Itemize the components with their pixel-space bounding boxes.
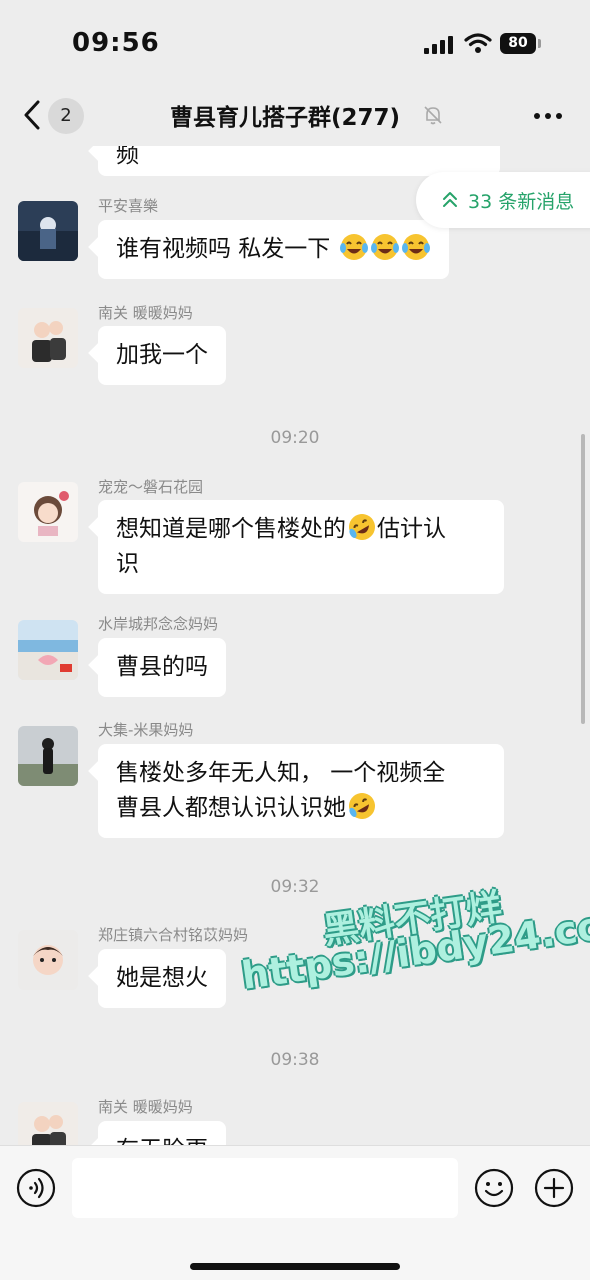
battery-tip (538, 39, 541, 48)
sender-name: 宠宠～磐石花园 (98, 478, 204, 496)
mute-bell-icon (424, 106, 442, 125)
message-bubble[interactable]: 售楼处多年无人知， 一个视频全 曹县人都想认识认识她 (98, 744, 504, 838)
message-text: 想知道是哪个售楼处的 (116, 516, 346, 542)
sender-name: 南关 暖暖妈妈 (98, 304, 193, 322)
message-bubble[interactable]: 她是想火 (98, 949, 226, 1008)
avatar[interactable] (18, 726, 78, 786)
more-options-icon[interactable] (532, 102, 564, 130)
plus-icon[interactable] (534, 1168, 574, 1208)
laugh-cry-emoji-icon (339, 234, 368, 260)
avatar[interactable] (18, 930, 78, 990)
message-timestamp: 09:20 (270, 428, 320, 448)
rofl-emoji-icon (349, 793, 375, 819)
status-bar: 09:56 80 (0, 0, 590, 88)
sender-name: 南关 暖暖妈妈 (98, 1098, 193, 1116)
nav-bar: 2 曹县育儿搭子群(277) (0, 88, 590, 146)
avatar[interactable] (18, 1102, 78, 1145)
status-time: 09:56 (72, 28, 160, 58)
message-list[interactable]: 频 平安喜樂 谁有视频吗 私发一下 南关 暖暖妈妈 加我一个 09:20 宠宠～… (0, 146, 590, 1145)
avatar[interactable] (18, 308, 78, 368)
message-text: 频 (116, 146, 139, 168)
voice-input-icon[interactable] (16, 1168, 56, 1208)
message-text: 售楼处多年无人知， 一个视频全 (116, 760, 446, 786)
avatar[interactable] (18, 482, 78, 542)
message-bubble[interactable]: 想知道是哪个售楼处的 估计认 识 (98, 500, 504, 594)
message-text: 曹县人都想认识认识她 (116, 795, 346, 821)
home-indicator (190, 1263, 400, 1270)
message-timestamp: 09:38 (270, 1050, 320, 1070)
message-text: 谁有视频吗 私发一下 (116, 236, 331, 262)
laugh-cry-emoji-icon (370, 234, 399, 260)
message-bubble[interactable]: 加我一个 (98, 326, 226, 385)
message-input[interactable] (72, 1158, 458, 1218)
message-bubble[interactable]: 有无脸更 (98, 1121, 226, 1145)
input-bar (0, 1145, 590, 1280)
new-messages-button[interactable]: 33 条新消息 (416, 172, 590, 228)
wifi-icon (464, 33, 492, 53)
emoji-picker-icon[interactable] (474, 1168, 514, 1208)
message-text: 识 (116, 551, 139, 577)
battery-indicator: 80 (500, 33, 536, 54)
scrollbar[interactable] (581, 434, 585, 724)
new-messages-label: 33 条新消息 (468, 191, 575, 213)
back-chevron-icon[interactable] (18, 98, 48, 132)
sender-name: 水岸城邦念念妈妈 (98, 615, 219, 633)
message-bubble[interactable]: 谁有视频吗 私发一下 (98, 220, 449, 279)
message-text: 她是想火 (116, 965, 208, 991)
double-chevron-up-icon (443, 192, 457, 207)
avatar[interactable] (18, 620, 78, 680)
chat-title: 曹县育儿搭子群(277) (170, 105, 401, 131)
cellular-signal-icon (424, 34, 454, 54)
rofl-emoji-icon (349, 514, 375, 540)
message-bubble[interactable]: 曹县的吗 (98, 638, 226, 697)
message-text: 估计认 (377, 516, 446, 542)
message-text: 加我一个 (116, 342, 208, 368)
message-timestamp: 09:32 (270, 877, 320, 897)
message-text: 曹县的吗 (116, 654, 208, 680)
sender-name: 郑庄镇六合村铭苡妈妈 (98, 926, 249, 944)
sender-name: 平安喜樂 (98, 197, 159, 215)
laugh-cry-emoji-icon (401, 234, 430, 260)
message-text: 有无脸更 (116, 1137, 208, 1145)
unread-count-badge[interactable]: 2 (48, 98, 84, 134)
sender-name: 大集-米果妈妈 (98, 721, 194, 739)
avatar[interactable] (18, 201, 78, 261)
